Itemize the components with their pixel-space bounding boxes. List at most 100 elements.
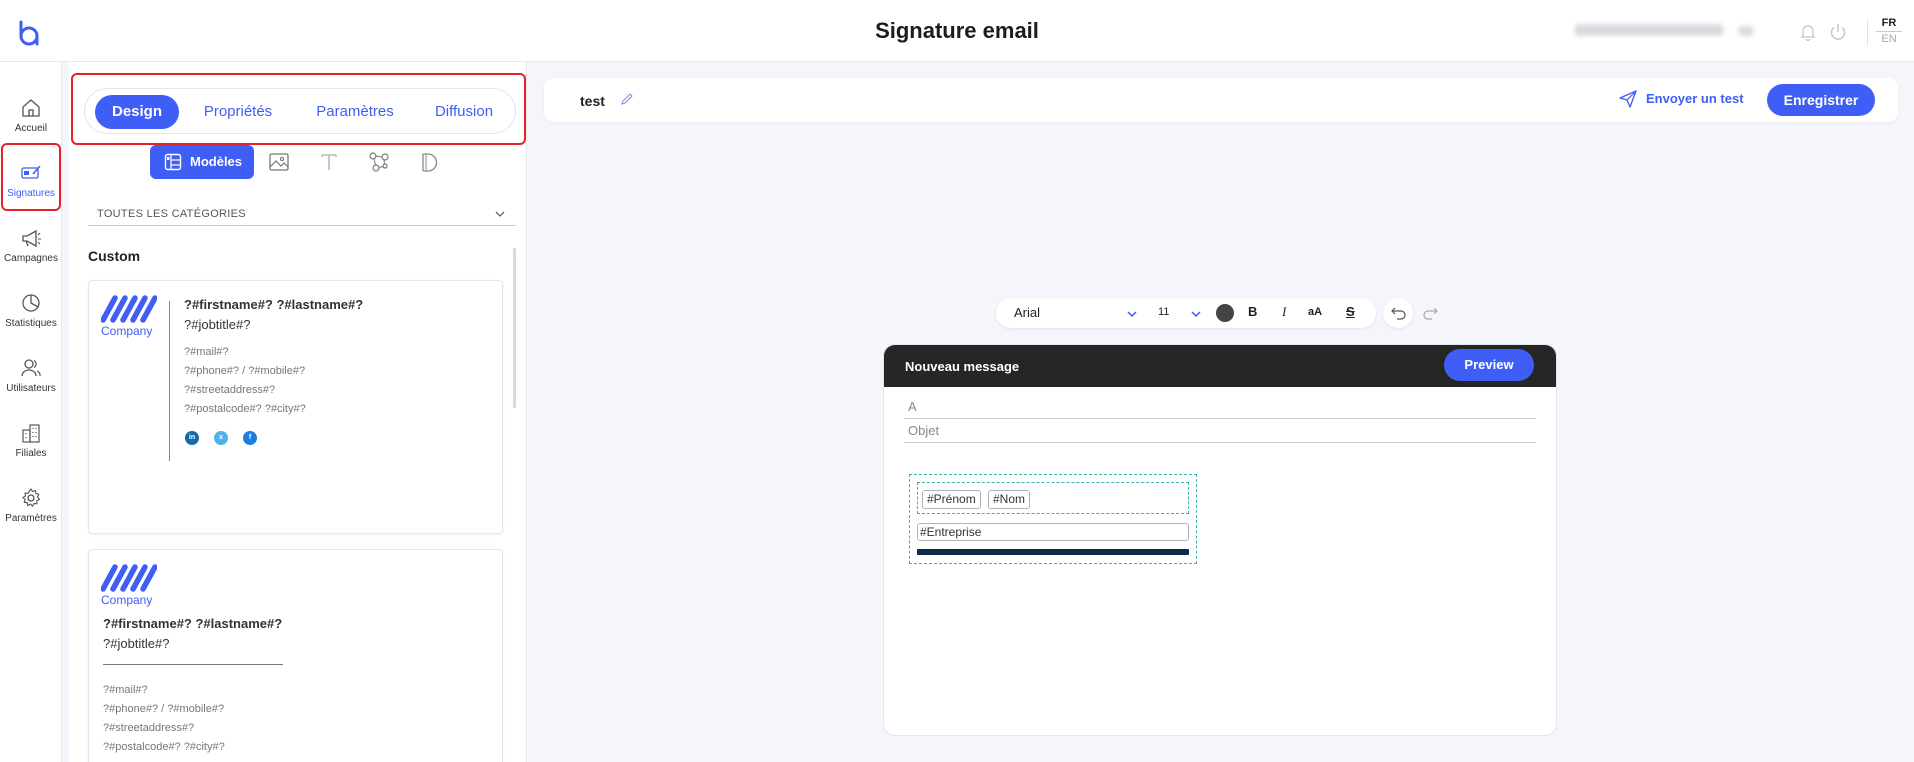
lang-fr[interactable]: FR xyxy=(1876,16,1902,32)
text-icon[interactable] xyxy=(318,151,340,173)
sidebar-item-statistiques[interactable]: Statistiques xyxy=(0,282,62,344)
buildings-icon xyxy=(22,424,40,443)
email-preview: Nouveau message Preview A Objet #Prénom … xyxy=(883,344,1557,736)
company-logo: Company xyxy=(100,563,159,607)
header-divider xyxy=(1867,20,1868,46)
send-test-button[interactable]: Envoyer un test xyxy=(1618,90,1744,108)
redo-button[interactable] xyxy=(1416,298,1446,328)
sidebar-item-label: Statistiques xyxy=(5,318,57,329)
email-header: Nouveau message Preview xyxy=(884,345,1556,387)
sidebar-item-label: Campagnes xyxy=(4,253,58,264)
signature-name-row[interactable]: #Prénom #Nom xyxy=(917,482,1189,514)
bold-button[interactable]: B xyxy=(1248,304,1257,319)
template-phone: ?#phone#? / ?#mobile#? xyxy=(103,703,225,715)
vertical-divider xyxy=(169,301,170,461)
modeles-button[interactable]: Modèles xyxy=(150,145,254,179)
highlight-outline-signatures xyxy=(1,143,61,211)
sidebar-item-label: Accueil xyxy=(14,123,48,134)
template-mail: ?#mail#? xyxy=(184,346,229,358)
twitter-icon: x xyxy=(214,431,228,445)
chevron-down-icon[interactable] xyxy=(1190,308,1202,320)
template-city: ?#postalcode#? ?#city#? xyxy=(184,403,306,415)
language-switch[interactable]: FR EN xyxy=(1876,16,1902,47)
template-mail: ?#mail#? xyxy=(103,684,148,696)
send-icon xyxy=(1619,90,1637,108)
text-color-picker[interactable] xyxy=(1216,304,1234,322)
templates-icon xyxy=(164,153,182,171)
company-name: Company xyxy=(101,324,153,338)
template-name: ?#firstname#? ?#lastname#? xyxy=(184,297,364,312)
template-card[interactable]: Company ?#firstname#? ?#lastname#? ?#job… xyxy=(88,280,503,534)
company-logo-mark xyxy=(100,564,158,592)
lang-en[interactable]: EN xyxy=(1876,32,1902,47)
panel-tabs: Design Propriétés Paramètres Diffusion xyxy=(84,88,516,134)
user-email xyxy=(1574,24,1724,36)
send-test-label: Envoyer un test xyxy=(1646,91,1744,106)
template-phone: ?#phone#? / ?#mobile#? xyxy=(184,365,306,377)
app-header: Signature email FR EN xyxy=(0,0,1914,62)
chevron-down-icon[interactable] xyxy=(1126,308,1138,320)
tab-diffusion[interactable]: Diffusion xyxy=(417,95,511,129)
font-family-select[interactable]: Arial xyxy=(1014,305,1040,320)
horizontal-divider xyxy=(103,664,283,665)
font-size-select[interactable]: 11 xyxy=(1158,306,1169,318)
italic-button[interactable]: I xyxy=(1282,304,1286,320)
social-network-icon[interactable] xyxy=(368,151,390,173)
undo-icon xyxy=(1391,307,1406,320)
pencil-icon[interactable] xyxy=(620,92,634,106)
save-button[interactable]: Enregistrer xyxy=(1767,84,1875,116)
megaphone-icon xyxy=(22,229,41,248)
company-name: Company xyxy=(101,593,153,607)
sidebar-item-campagnes[interactable]: Campagnes xyxy=(0,217,62,279)
power-icon[interactable] xyxy=(1828,22,1848,42)
modeles-label: Modèles xyxy=(190,154,243,169)
signature-divider-bar xyxy=(917,549,1189,555)
case-button[interactable]: aA xyxy=(1308,306,1322,318)
bell-icon[interactable] xyxy=(1798,22,1818,42)
template-address: ?#streetaddress#? xyxy=(103,722,195,734)
home-icon xyxy=(22,99,40,117)
disclaimer-icon[interactable] xyxy=(418,151,440,173)
category-select-value: TOUTES LES CATÉGORIES xyxy=(97,208,246,220)
tab-proprietes[interactable]: Propriétés xyxy=(185,95,291,129)
tab-design[interactable]: Design xyxy=(95,95,179,129)
pie-chart-icon xyxy=(22,294,40,312)
scrollbar[interactable] xyxy=(513,248,516,408)
company-tag[interactable]: #Entreprise xyxy=(917,523,1189,541)
strike-button[interactable]: S xyxy=(1346,304,1355,319)
tab-parametres[interactable]: Paramètres xyxy=(295,95,415,129)
template-city: ?#postalcode#? ?#city#? xyxy=(103,741,225,753)
sidebar-item-utilisateurs[interactable]: Utilisateurs xyxy=(0,347,62,409)
template-address: ?#streetaddress#? xyxy=(184,384,276,396)
company-logo-mark xyxy=(100,295,158,323)
firstname-tag[interactable]: #Prénom xyxy=(922,490,981,509)
template-job: ?#jobtitle#? xyxy=(103,636,170,651)
sidebar-item-label: Filiales xyxy=(15,448,47,459)
signature-canvas[interactable]: #Prénom #Nom #Entreprise xyxy=(909,474,1197,564)
template-job: ?#jobtitle#? xyxy=(184,317,251,332)
template-card[interactable]: Company ?#firstname#? ?#lastname#? ?#job… xyxy=(88,549,503,762)
template-name: ?#firstname#? ?#lastname#? xyxy=(103,616,283,631)
sidebar-item-label: Paramètres xyxy=(5,513,57,524)
users-icon xyxy=(21,359,41,377)
editor-topbar: test Envoyer un test Enregistrer xyxy=(544,78,1898,122)
facebook-icon: f xyxy=(243,431,257,445)
undo-button[interactable] xyxy=(1383,298,1413,328)
user-badge xyxy=(1738,26,1754,36)
to-field[interactable]: A xyxy=(904,395,1536,419)
section-title: Custom xyxy=(88,248,141,264)
sidebar-item-parametres[interactable]: Paramètres xyxy=(0,477,62,539)
company-logo: Company xyxy=(100,294,159,338)
text-format-toolbar: Arial 11 B I aA S xyxy=(996,298,1376,328)
preview-button[interactable]: Preview xyxy=(1444,349,1534,381)
sidebar-item-label: Utilisateurs xyxy=(6,383,56,394)
sidebar-item-accueil[interactable]: Accueil xyxy=(0,87,62,149)
redo-icon xyxy=(1423,307,1438,320)
image-icon[interactable] xyxy=(268,151,290,173)
lastname-tag[interactable]: #Nom xyxy=(988,490,1031,509)
category-select[interactable]: TOUTES LES CATÉGORIES xyxy=(88,204,516,226)
linkedin-icon: in xyxy=(185,431,199,445)
sidebar-item-filiales[interactable]: Filiales xyxy=(0,412,62,474)
subject-field[interactable]: Objet xyxy=(904,419,1536,443)
signature-name: test xyxy=(580,93,605,109)
